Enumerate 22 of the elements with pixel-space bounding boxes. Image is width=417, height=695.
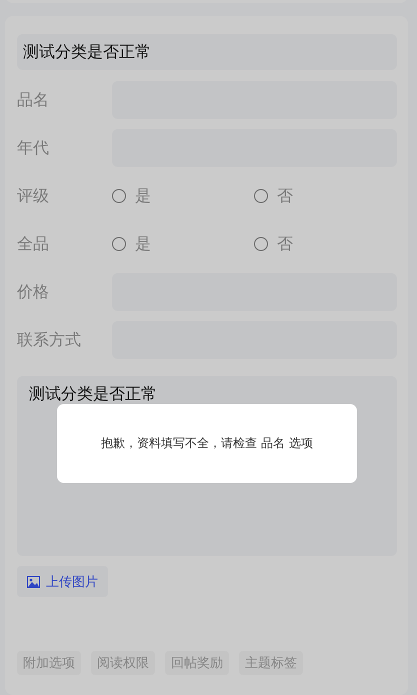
upload-button[interactable]: 上传图片: [17, 566, 108, 597]
option-tab[interactable]: 回帖奖励: [165, 651, 229, 675]
field-label: 年代: [17, 138, 50, 158]
radio-button[interactable]: [112, 189, 126, 203]
option-tab[interactable]: 阅读权限: [91, 651, 155, 675]
alert-message: 抱歉，资料填写不全，请检查 品名 选项: [101, 435, 313, 452]
radio-button[interactable]: [254, 237, 268, 251]
option-tab[interactable]: 主题标签: [239, 651, 303, 675]
option-tab[interactable]: 附加选项: [17, 651, 81, 675]
field-label: 全品: [17, 234, 50, 254]
radio-button[interactable]: [254, 189, 268, 203]
option-label: 是: [135, 234, 151, 254]
option-label: 否: [277, 186, 293, 206]
option-label: 是: [135, 186, 151, 206]
image-icon: [27, 576, 40, 588]
field-label: 评级: [17, 186, 50, 206]
option-label: 否: [277, 234, 293, 254]
field-label: 联系方式: [17, 330, 82, 350]
field-label: 价格: [17, 282, 50, 302]
title-field[interactable]: 测试分类是否正常: [17, 34, 397, 70]
radio-button[interactable]: [112, 237, 126, 251]
field-label: 品名: [17, 90, 50, 110]
